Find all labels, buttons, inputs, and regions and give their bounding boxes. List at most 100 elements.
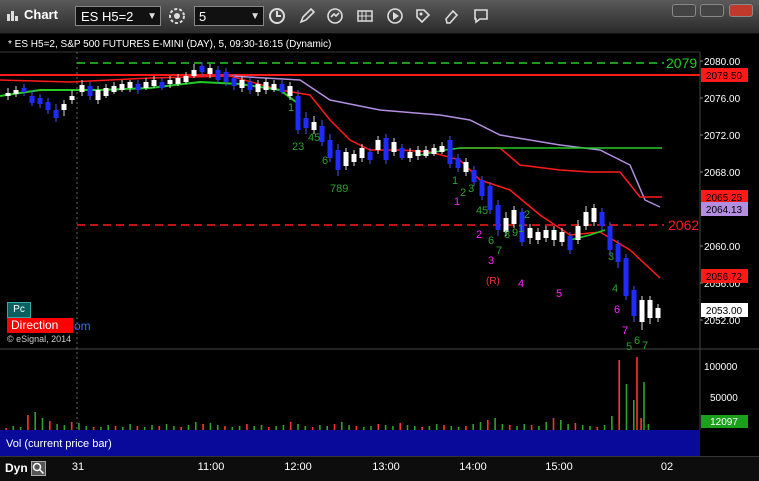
interval-input[interactable]: 5 ▼ xyxy=(194,6,264,26)
settings-icon[interactable] xyxy=(168,7,186,25)
candle-body xyxy=(13,90,19,94)
symbol-value: ES H5=2 xyxy=(81,9,134,24)
wave-count-label: 6 xyxy=(634,335,640,347)
candle-body xyxy=(111,86,117,92)
level-2079-label: 2079 xyxy=(666,55,697,71)
candle-body xyxy=(53,110,59,118)
last-price-tag: 2053.00 xyxy=(706,306,743,317)
dyn-label[interactable]: Dyn xyxy=(5,461,28,475)
candle-body xyxy=(639,300,645,322)
price-axis-label: 2060.00 xyxy=(704,242,741,253)
chart-header: * ES H5=2, S&P 500 FUTURES E-MINI (DAY),… xyxy=(8,39,332,50)
candle-body xyxy=(207,68,213,74)
candle-body xyxy=(367,152,373,160)
candle-body xyxy=(335,150,341,170)
close-button[interactable] xyxy=(729,4,753,17)
pc-badge[interactable]: Pc xyxy=(7,302,31,318)
candle-body xyxy=(527,228,533,238)
candle-body xyxy=(359,148,365,158)
wave-count-label: 6 xyxy=(322,155,328,167)
candle-body xyxy=(29,96,35,103)
wave-count-label: 7 xyxy=(642,340,648,352)
candle-body xyxy=(511,210,517,224)
candle-body xyxy=(5,93,11,96)
play-icon[interactable] xyxy=(386,7,404,25)
wave-count-label: 8 xyxy=(504,229,510,241)
eraser-icon[interactable] xyxy=(442,7,460,25)
candle-body xyxy=(45,102,51,110)
volume-axis-label: 100000 xyxy=(704,362,738,373)
minimize-button[interactable] xyxy=(672,4,696,17)
candle-body xyxy=(95,90,101,100)
candle-body xyxy=(69,96,75,100)
candle-body xyxy=(551,230,557,240)
candle-body xyxy=(543,230,549,238)
wave-count-label: 23 xyxy=(292,141,304,153)
candle-body xyxy=(447,140,453,164)
candle-body xyxy=(591,208,597,222)
interval-value: 5 xyxy=(199,9,207,24)
price-axis-label: 2076.00 xyxy=(704,94,741,105)
candle-body xyxy=(231,78,237,86)
candle-body xyxy=(623,258,629,296)
wave-count-label: 6 xyxy=(488,235,494,247)
wave-count-label: 2 xyxy=(460,187,466,199)
wave-count-label: 1 xyxy=(452,175,458,187)
tag-icon[interactable] xyxy=(414,7,432,25)
wave-count-label: 7 xyxy=(496,245,502,257)
reversal-label: (R) xyxy=(486,276,500,287)
refresh-icon[interactable] xyxy=(326,7,344,25)
lower-red-tag: 2056.72 xyxy=(706,272,743,283)
wave-count-label: 5 xyxy=(482,205,488,217)
price-chart[interactable]: 2080.00 2076.00 2072.00 2068.00 2060.00 2056.… xyxy=(0,33,759,480)
candle-body xyxy=(87,86,93,96)
candle-body xyxy=(311,122,317,130)
wave-count-label: 1 xyxy=(288,102,294,114)
pencil-icon[interactable] xyxy=(298,7,316,25)
chart-app-icon xyxy=(7,11,18,21)
candle-body xyxy=(199,66,205,72)
grid-icon[interactable] xyxy=(356,7,374,25)
candle-body xyxy=(239,80,245,88)
candle-body xyxy=(37,98,43,104)
wave-count-label: 4 xyxy=(518,278,524,290)
candle-body xyxy=(615,244,621,262)
maximize-button[interactable] xyxy=(700,4,724,17)
candle-body xyxy=(559,232,565,242)
candle-body xyxy=(399,148,405,158)
direction-suffix: om xyxy=(74,319,91,333)
candle-body xyxy=(279,84,285,92)
wave-count-label: 789 xyxy=(330,183,348,195)
green-ma-line xyxy=(0,80,301,106)
candle-body xyxy=(135,84,141,90)
candle-body xyxy=(103,88,109,96)
chevron-down-icon[interactable]: ▼ xyxy=(147,7,157,27)
note-icon[interactable] xyxy=(472,7,490,25)
wave-count-label: 45 xyxy=(308,132,320,144)
volume-label: Vol (current price bar) xyxy=(6,438,112,450)
candle-body xyxy=(287,86,293,96)
candle-body xyxy=(175,78,181,84)
candle-body xyxy=(607,226,613,250)
candle-body xyxy=(159,82,165,88)
price-axis-label: 2068.00 xyxy=(704,168,741,179)
candle-body xyxy=(295,96,301,130)
direction-badge[interactable]: Direction xyxy=(7,318,73,333)
candle-body xyxy=(631,290,637,316)
chart-titlebar: Chart ES H5=2 ▼ 5 ▼ xyxy=(0,0,759,34)
zoom-icon[interactable] xyxy=(31,461,46,476)
candle-body xyxy=(303,118,309,128)
chart-area[interactable]: 2080.00 2076.00 2072.00 2068.00 2060.00 2056.… xyxy=(0,33,759,480)
time-axis-bar: Dyn 31 11:00 12:00 13:00 14:00 15:00 02 xyxy=(0,456,759,481)
candle-body xyxy=(407,152,413,158)
candle-body xyxy=(21,88,27,92)
symbol-input[interactable]: ES H5=2 ▼ xyxy=(75,6,161,26)
clock-icon[interactable] xyxy=(268,7,286,25)
chevron-down-icon[interactable]: ▼ xyxy=(250,7,260,27)
wave-count-label: 6 xyxy=(614,304,620,316)
candle-body xyxy=(431,148,437,154)
candle-body xyxy=(119,84,125,90)
wave-count-label: 3 xyxy=(608,251,614,263)
candle-body xyxy=(215,70,221,80)
price-axis-label: 2072.00 xyxy=(704,131,741,142)
